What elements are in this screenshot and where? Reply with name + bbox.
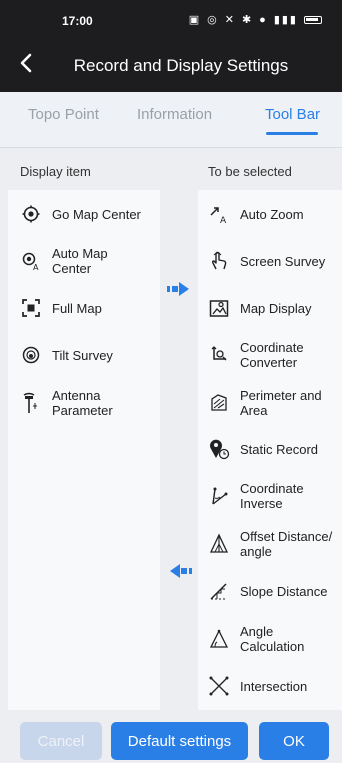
footer-bar: Cancel Default settings OK	[0, 712, 342, 763]
tab-bar: Topo Point Information Tool Bar	[0, 92, 342, 148]
display-item[interactable]: Go Map Center	[20, 203, 141, 225]
nfc-icon: ▣	[188, 14, 202, 26]
move-right-arrow-icon[interactable]	[167, 280, 189, 298]
page-title: Record and Display Settings	[73, 56, 289, 75]
svg-text:A: A	[220, 216, 227, 224]
full-map-icon	[20, 297, 42, 319]
selectable-item[interactable]: Coordinate Inverse	[208, 481, 320, 511]
crosshair-icon	[20, 203, 42, 225]
tab-topo-point[interactable]: Topo Point	[28, 106, 99, 123]
pin-clock-icon	[208, 438, 230, 460]
display-item[interactable]: Antenna Parameter	[20, 388, 132, 418]
ok-button[interactable]: OK	[259, 722, 329, 760]
display-item-header: Display item	[20, 164, 91, 179]
selectable-item[interactable]: Screen Survey	[208, 250, 325, 272]
area-icon	[208, 392, 230, 414]
display-item[interactable]: A Auto Map Center	[20, 246, 132, 276]
tilt-icon	[20, 344, 42, 366]
default-settings-button[interactable]: Default settings	[111, 722, 248, 760]
bluetooth-icon: ✱	[241, 14, 254, 26]
angle-icon	[208, 628, 230, 650]
to-be-selected-header: To be selected	[208, 164, 292, 179]
display-item[interactable]: Full Map	[20, 297, 102, 319]
hand-icon	[208, 250, 230, 272]
status-icons: ▣ ◎ ✕ ✱ ● ▮▮▮	[189, 13, 322, 26]
offset-icon	[208, 533, 230, 555]
svg-text:A: A	[33, 263, 39, 271]
inverse-icon	[208, 485, 230, 507]
selectable-items-list: A Auto Zoom Screen Survey Map Display Co…	[198, 190, 342, 710]
display-item[interactable]: Tilt Survey	[20, 344, 113, 366]
selectable-item[interactable]: Static Record	[208, 438, 318, 460]
selectable-item[interactable]: Offset Distance/ angle	[208, 529, 342, 559]
tab-tool-bar[interactable]: Tool Bar	[265, 106, 320, 123]
selectable-item[interactable]: Coordinate Converter	[208, 340, 320, 370]
auto-zoom-icon: A	[208, 203, 230, 225]
tab-information[interactable]: Information	[137, 106, 212, 123]
selectable-item[interactable]: Intersection	[208, 675, 307, 697]
cancel-button[interactable]: Cancel	[20, 722, 102, 760]
display-items-list: Go Map Center A Auto Map Center Full Map…	[8, 190, 160, 710]
map-display-icon	[208, 297, 230, 319]
mute-icon: ✕	[224, 14, 236, 26]
selectable-item[interactable]: Perimeter and Area	[208, 388, 335, 418]
location-icon: ●	[259, 13, 268, 26]
selectable-item[interactable]: Angle Calculation	[208, 624, 320, 654]
move-left-arrow-icon[interactable]	[170, 562, 192, 580]
battery-icon	[304, 15, 322, 24]
converter-icon	[208, 344, 230, 366]
active-tab-indicator	[266, 132, 318, 135]
slope-icon	[208, 580, 230, 602]
app-bar: Record and Display Settings	[0, 42, 342, 92]
antenna-icon	[20, 392, 42, 414]
status-time: 17:00	[62, 14, 93, 28]
auto-center-icon: A	[20, 250, 42, 272]
selectable-item[interactable]: Map Display	[208, 297, 312, 319]
signal-icon: ▮▮▮	[273, 14, 298, 26]
selectable-item[interactable]: Slope Distance	[208, 580, 327, 602]
intersection-icon	[208, 675, 230, 697]
status-bar: 17:00 ▣ ◎ ✕ ✱ ● ▮▮▮	[0, 0, 342, 42]
selectable-item[interactable]: A Auto Zoom	[208, 203, 304, 225]
sync-icon: ◎	[207, 14, 219, 26]
